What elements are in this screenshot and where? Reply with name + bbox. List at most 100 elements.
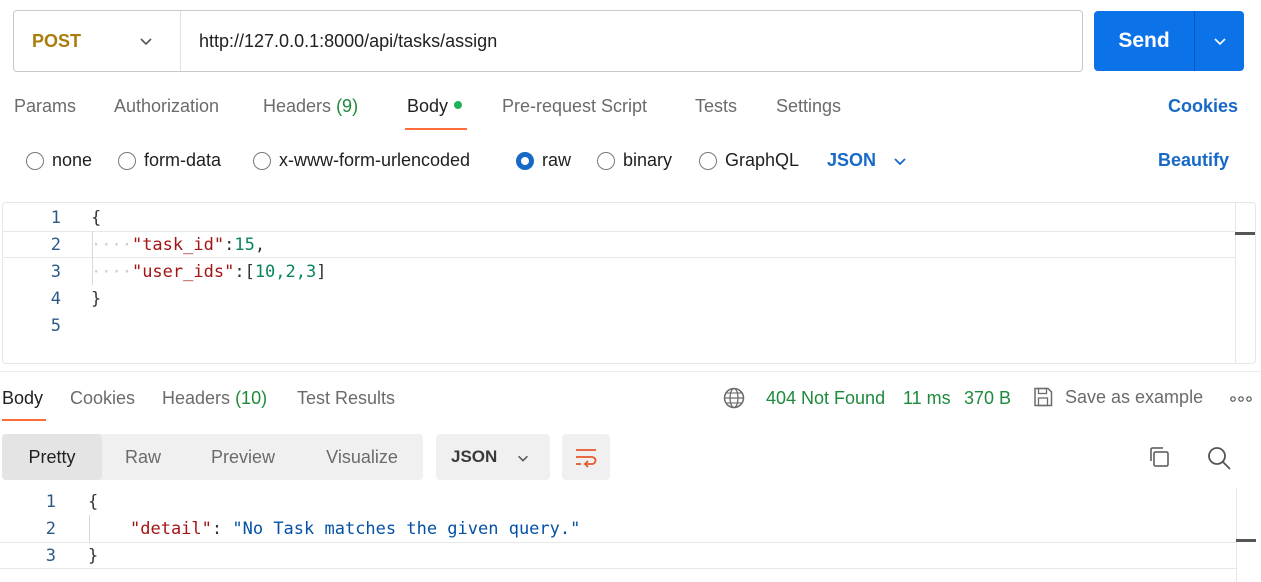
code-text: }: [91, 288, 102, 309]
tab-authorization[interactable]: Authorization: [114, 96, 219, 117]
body-type-options: none form-data x-www-form-urlencoded raw…: [0, 150, 1261, 174]
response-tabs: Body Cookies Headers (10) Test Results 4…: [0, 386, 1261, 426]
wrap-lines-icon: [576, 449, 597, 468]
json-bracket: ]: [316, 261, 327, 282]
more-options-icon[interactable]: [1230, 396, 1252, 402]
line-number: 3: [50, 261, 61, 282]
radio-label: form-data: [144, 150, 222, 170]
response-time[interactable]: 11 ms: [903, 388, 951, 409]
body-language-select[interactable]: JSON: [827, 150, 908, 171]
json-string: "No Task matches the given query.": [232, 518, 581, 539]
code-line: 3 ····"user_ids":[10,2,3]: [3, 258, 1235, 285]
json-number: 15: [234, 234, 255, 255]
radio-graphql[interactable]: GraphQL: [699, 150, 799, 171]
response-tab-cookies[interactable]: Cookies: [70, 388, 135, 409]
json-key: "detail": [130, 518, 212, 539]
response-scrollbar[interactable]: [1236, 488, 1256, 582]
code-text: "detail": "No Task matches the given que…: [130, 519, 580, 539]
request-body-editor[interactable]: 1 { 2 ····"task_id":15, 3 ····"user_ids"…: [2, 202, 1256, 364]
tab-body-label: Body: [407, 96, 449, 116]
code-line-current: 2 ····"task_id":15,: [3, 231, 1235, 258]
response-tab-body[interactable]: Body: [2, 388, 43, 409]
radio-none[interactable]: none: [26, 150, 92, 171]
scrollbar-cursor-marker: [1236, 539, 1256, 542]
line-number: 3: [45, 545, 56, 566]
modified-dot-icon: [454, 101, 463, 109]
globe-icon[interactable]: [723, 387, 745, 409]
send-button[interactable]: Send: [1094, 11, 1195, 71]
active-tab-indicator: [405, 128, 467, 130]
radio-label: binary: [623, 150, 673, 170]
response-size[interactable]: 370 B: [964, 388, 1011, 409]
radio-raw[interactable]: raw: [516, 150, 571, 171]
tab-params[interactable]: Params: [14, 96, 76, 117]
line-number: 2: [45, 518, 56, 539]
radio-circle: [26, 151, 44, 170]
send-button-group: Send: [1094, 11, 1244, 71]
code-line-current: 3 }: [0, 542, 1236, 569]
save-as-example-button[interactable]: Save as example: [1032, 386, 1203, 408]
indent-dots: ····: [91, 234, 132, 255]
save-as-example-label: Save as example: [1065, 386, 1204, 407]
method-select[interactable]: POST: [14, 11, 181, 71]
cookies-link[interactable]: Cookies: [1168, 96, 1238, 117]
radio-urlencoded[interactable]: x-www-form-urlencoded: [253, 150, 470, 171]
tab-headers-count: (9): [336, 96, 359, 116]
code-text: ····"user_ids":[10,2,3]: [91, 262, 326, 282]
request-url-bar: POST http://127.0.0.1:8000/api/tasks/ass…: [13, 10, 1083, 72]
radio-label: GraphQL: [725, 150, 800, 170]
radio-binary[interactable]: binary: [597, 150, 672, 171]
json-array-values: 10,2,3: [254, 261, 317, 282]
chevron-down-icon: [518, 455, 528, 462]
response-body-viewer[interactable]: 1 { 2 "detail": "No Task matches the giv…: [0, 488, 1256, 582]
tab-body[interactable]: Body: [407, 96, 463, 117]
response-view-modes: Pretty Raw Preview Visualize: [2, 434, 423, 480]
indent-dots: ····: [91, 261, 132, 282]
response-format-select[interactable]: JSON: [436, 434, 550, 480]
json-comma: ,: [254, 234, 266, 255]
view-preview-button[interactable]: Preview: [188, 434, 298, 480]
radio-circle: [597, 151, 615, 170]
radio-circle-selected: [516, 151, 534, 170]
editor-scrollbar[interactable]: [1235, 203, 1255, 363]
code-line: 1 {: [0, 488, 1232, 515]
tab-headers-label: Headers: [263, 96, 332, 116]
request-tabs: Params Authorization Headers (9) Body Pr…: [0, 94, 1261, 134]
beautify-button[interactable]: Beautify: [1158, 150, 1229, 171]
search-icon[interactable]: [1206, 445, 1232, 471]
json-key: "user_ids": [131, 261, 235, 282]
response-tab-headers[interactable]: Headers (10): [162, 388, 267, 409]
chevron-down-icon: [1213, 38, 1226, 46]
json-colon: :: [224, 234, 235, 255]
view-pretty-button[interactable]: Pretty: [2, 434, 102, 480]
copy-icon[interactable]: [1147, 445, 1171, 469]
wrap-lines-button[interactable]: [562, 434, 610, 480]
tab-pre-request-script[interactable]: Pre-request Script: [502, 96, 647, 117]
url-input[interactable]: http://127.0.0.1:8000/api/tasks/assign: [181, 31, 497, 52]
method-label: POST: [32, 30, 82, 51]
tab-tests[interactable]: Tests: [695, 96, 737, 117]
line-number: 2: [50, 234, 61, 255]
response-status[interactable]: 404 Not Found: [766, 388, 885, 409]
response-format-label: JSON: [451, 447, 498, 466]
code-text: }: [88, 545, 99, 566]
tab-settings[interactable]: Settings: [776, 96, 841, 117]
response-tab-headers-label: Headers: [162, 388, 231, 408]
json-bracket: [: [244, 261, 255, 282]
response-tab-headers-count: (10): [235, 388, 268, 408]
view-visualize-button[interactable]: Visualize: [304, 434, 420, 480]
save-icon: [1034, 387, 1053, 407]
code-line: 1 {: [3, 204, 1235, 231]
response-tab-test-results[interactable]: Test Results: [297, 388, 395, 409]
body-language-label: JSON: [827, 150, 877, 170]
line-number: 4: [50, 288, 61, 309]
active-tab-indicator: [2, 419, 46, 421]
tab-headers[interactable]: Headers (9): [263, 96, 358, 117]
view-raw-button[interactable]: Raw: [102, 434, 184, 480]
radio-form-data[interactable]: form-data: [118, 150, 221, 171]
json-key: "task_id": [131, 234, 225, 255]
send-options-button[interactable]: [1195, 11, 1244, 71]
code-text: {: [88, 491, 99, 512]
pane-divider[interactable]: [0, 371, 1261, 372]
scrollbar-cursor-marker: [1235, 232, 1255, 235]
